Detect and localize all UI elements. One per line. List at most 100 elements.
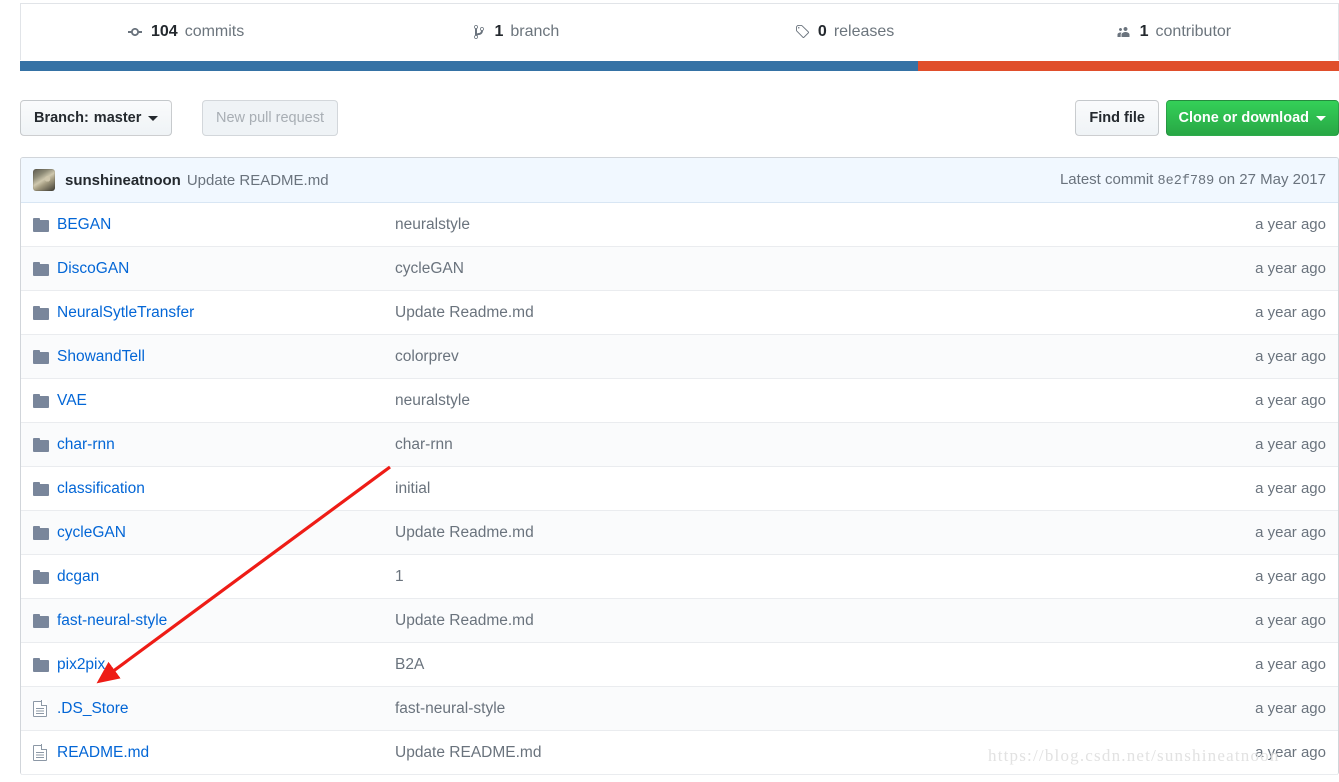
file-commit-message[interactable]: fast-neural-style <box>395 700 1178 718</box>
file-commit-message[interactable]: B2A <box>395 656 1178 674</box>
commit-on-word: on <box>1218 171 1236 188</box>
file-type-icon-cell <box>33 569 57 584</box>
file-type-icon-cell <box>33 657 57 672</box>
file-name-link[interactable]: DiscoGAN <box>57 260 395 278</box>
file-name-link[interactable]: BEGAN <box>57 216 395 234</box>
clone-or-download-label: Clone or download <box>1178 110 1310 126</box>
language-bar <box>20 61 1339 71</box>
file-type-icon-cell <box>33 305 57 320</box>
folder-icon <box>33 305 50 320</box>
commit-date: 27 May 2017 <box>1239 171 1326 188</box>
file-list: BEGAN neuralstyle a year ago DiscoGAN cycleG… <box>21 203 1338 775</box>
folder-icon <box>33 569 50 584</box>
table-row[interactable]: BEGAN neuralstyle a year ago <box>21 203 1338 247</box>
table-row[interactable]: .DS_Store fast-neural-style a year ago <box>21 687 1338 731</box>
file-commit-age: a year ago <box>1255 304 1326 321</box>
table-row[interactable]: fast-neural-style Update Readme.md a year … <box>21 599 1338 643</box>
file-name-link[interactable]: pix2pix <box>57 656 395 674</box>
file-name-link[interactable]: README.md <box>57 744 395 762</box>
table-row[interactable]: dcgan 1 a year ago <box>21 555 1338 599</box>
file-commit-message[interactable]: initial <box>395 480 1178 498</box>
folder-icon <box>33 217 50 232</box>
language-segment-python[interactable] <box>20 61 919 71</box>
file-commit-message[interactable]: cycleGAN <box>395 260 1178 278</box>
repo-toolbar: Branch: master New pull request Find fil… <box>20 100 1339 136</box>
new-pull-request-button[interactable]: New pull request <box>202 100 338 136</box>
file-commit-message[interactable]: Update Readme.md <box>395 304 1178 322</box>
file-name-link[interactable]: classification <box>57 480 395 498</box>
file-name-link[interactable]: .DS_Store <box>57 700 395 718</box>
file-name-link[interactable]: NeuralSytleTransfer <box>57 304 395 322</box>
file-type-icon-cell <box>33 481 57 496</box>
stat-branches-value: 1 <box>494 23 504 40</box>
folder-icon <box>33 393 50 408</box>
stat-commits-label: commits <box>184 23 245 40</box>
folder-icon <box>33 261 50 276</box>
commit-author-link[interactable]: sunshineatnoon <box>65 172 181 189</box>
branch-icon <box>470 24 487 41</box>
file-commit-message[interactable]: Update Readme.md <box>395 524 1178 542</box>
file-commit-age: a year ago <box>1255 612 1326 629</box>
table-row[interactable]: pix2pix B2A a year ago <box>21 643 1338 687</box>
file-commit-age: a year ago <box>1255 568 1326 585</box>
table-row[interactable]: VAE neuralstyle a year ago <box>21 379 1338 423</box>
file-commit-age: a year ago <box>1255 436 1326 453</box>
avatar[interactable] <box>33 169 55 191</box>
stat-contributors-label: contributor <box>1155 23 1232 40</box>
table-row[interactable]: cycleGAN Update Readme.md a year ago <box>21 511 1338 555</box>
branch-selector-button[interactable]: Branch: master <box>20 100 173 136</box>
stat-branches-label: branch <box>510 23 560 40</box>
table-row[interactable]: NeuralSytleTransfer Update Readme.md a yea… <box>21 291 1338 335</box>
file-commit-message[interactable]: Update Readme.md <box>395 612 1178 630</box>
folder-icon <box>33 349 50 364</box>
stat-commits[interactable]: 104 commits <box>21 4 350 60</box>
github-repo-file-browser: 104 commits 1 branch 0 releases 1 contri… <box>0 0 1339 782</box>
tag-icon <box>794 24 811 41</box>
file-commit-message[interactable]: colorprev <box>395 348 1178 366</box>
commit-icon <box>127 24 144 41</box>
chevron-down-icon <box>1316 115 1326 121</box>
file-type-icon-cell <box>33 613 57 628</box>
stat-releases-value: 0 <box>817 23 827 40</box>
file-commit-message[interactable]: 1 <box>395 568 1178 586</box>
stat-branches[interactable]: 1 branch <box>350 4 679 60</box>
file-name-link[interactable]: fast-neural-style <box>57 612 395 630</box>
file-type-icon-cell <box>33 261 57 276</box>
file-name-link[interactable]: ShowandTell <box>57 348 395 366</box>
folder-icon <box>33 525 50 540</box>
contributors-icon <box>1116 24 1133 41</box>
file-commit-message[interactable]: char-rnn <box>395 436 1178 454</box>
table-row[interactable]: ShowandTell colorprev a year ago <box>21 335 1338 379</box>
latest-commit-label: Latest commit <box>1059 171 1154 188</box>
folder-icon <box>33 437 50 452</box>
file-name-link[interactable]: VAE <box>57 392 395 410</box>
table-row[interactable]: char-rnn char-rnn a year ago <box>21 423 1338 467</box>
stat-releases-label: releases <box>833 23 895 40</box>
file-commit-message[interactable]: neuralstyle <box>395 216 1178 234</box>
clone-or-download-button[interactable]: Clone or download <box>1165 100 1339 136</box>
file-commit-age: a year ago <box>1255 216 1326 233</box>
table-row[interactable]: classification initial a year ago <box>21 467 1338 511</box>
stat-contributors-value: 1 <box>1139 23 1149 40</box>
file-name-link[interactable]: cycleGAN <box>57 524 395 542</box>
file-commit-age: a year ago <box>1255 392 1326 409</box>
stat-contributors[interactable]: 1 contributor <box>1009 4 1338 60</box>
file-commit-age: a year ago <box>1255 260 1326 277</box>
file-commit-age: a year ago <box>1255 524 1326 541</box>
folder-icon <box>33 481 50 496</box>
folder-icon <box>33 613 50 628</box>
file-name-link[interactable]: dcgan <box>57 568 395 586</box>
table-row[interactable]: DiscoGAN cycleGAN a year ago <box>21 247 1338 291</box>
file-name-link[interactable]: char-rnn <box>57 436 395 454</box>
chevron-down-icon <box>148 115 159 121</box>
folder-icon <box>33 657 50 672</box>
find-file-button[interactable]: Find file <box>1075 100 1159 136</box>
file-commit-message[interactable]: neuralstyle <box>395 392 1178 410</box>
file-list-container: sunshineatnoon Update README.md Latest c… <box>20 157 1339 775</box>
commit-sha[interactable]: 8e2f789 <box>1158 174 1215 189</box>
file-type-icon-cell <box>33 525 57 540</box>
commit-message-link[interactable]: Update README.md <box>187 172 329 189</box>
stat-releases[interactable]: 0 releases <box>680 4 1009 60</box>
language-segment-lua[interactable] <box>918 61 1339 71</box>
repo-stats-bar: 104 commits 1 branch 0 releases 1 contri… <box>20 3 1339 60</box>
